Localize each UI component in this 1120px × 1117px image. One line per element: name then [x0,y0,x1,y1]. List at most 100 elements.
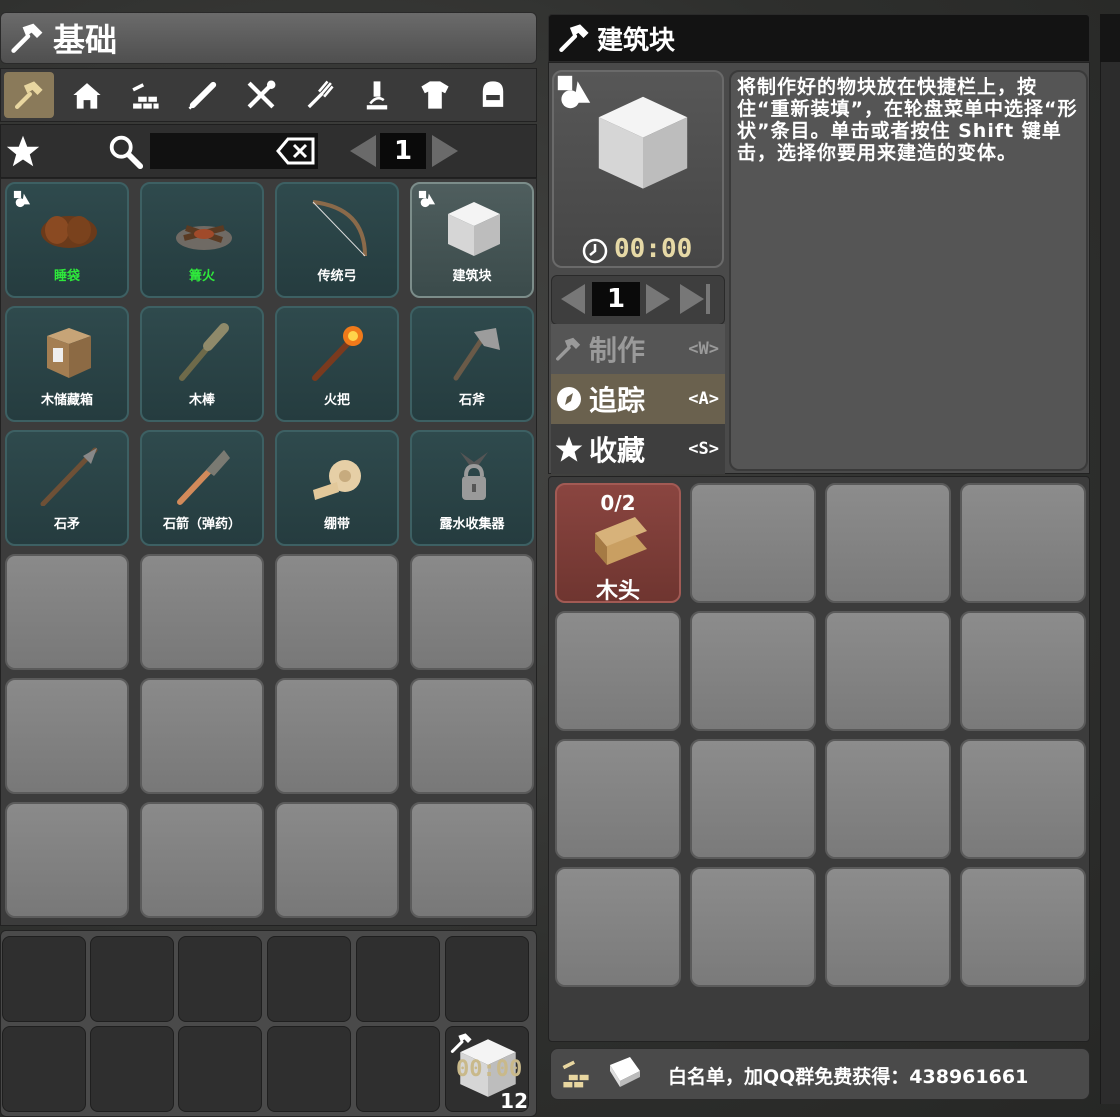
hammer-icon [14,81,43,110]
category-basics-button[interactable] [4,72,54,118]
recipe-slot[interactable]: 绷带 [275,430,399,546]
empty-ingredient-slot [825,611,951,731]
house-icon [73,83,101,109]
recipe-slot[interactable]: 露水收集器 [410,430,534,546]
queue-slot[interactable] [90,1026,174,1112]
queue-slot[interactable] [2,1026,86,1112]
page-number: 1 [380,133,426,169]
recipe-label: 篝火 [188,269,215,284]
queue-slot[interactable] [267,936,351,1022]
category-construction-button[interactable] [120,72,170,118]
empty-recipe-slot [5,678,129,794]
ingredient-count: 0/2 [600,491,636,515]
empty-ingredient-slot [960,867,1086,987]
medical-icon [188,81,217,110]
queue-slot[interactable] [356,1026,440,1112]
category-furniture-button[interactable] [468,72,518,118]
track-hotkey: <A> [688,389,719,409]
category-science-button[interactable] [352,72,402,118]
queue-slot[interactable] [90,936,174,1022]
queue-slot[interactable] [178,1026,262,1112]
shape-variant-icon [13,190,31,208]
shape-variant-icon [418,190,436,208]
ingredient-slot-missing[interactable]: 0/2 木头 [555,483,681,604]
search-icon [109,135,144,170]
recipe-label: 睡袋 [53,269,80,284]
quantity-value[interactable]: 1 [592,282,640,316]
recipe-slot-selected[interactable]: 建筑块 [410,182,534,298]
empty-ingredient-slot [690,739,816,859]
ingredient-name: 木头 [595,579,640,604]
queue-slot-active[interactable]: 00:00 12 [445,1026,529,1113]
star-icon [555,436,583,462]
queue-slot[interactable] [445,936,529,1022]
stone-arrow-icon [177,450,230,505]
recipe-slot[interactable]: 传统弓 [275,182,399,298]
queue-count: 12 [500,1089,528,1113]
recipe-label: 火把 [323,393,350,408]
craft-hotkey: <W> [688,339,719,359]
quantity-increase-icon[interactable] [644,282,674,316]
track-label: 追踪 [589,384,646,417]
empty-recipe-slot [275,678,399,794]
quantity-max-icon[interactable] [678,282,714,316]
favorite-button[interactable]: 收藏 <S> [551,424,725,474]
clear-search-icon[interactable] [276,136,316,166]
empty-ingredient-slot [825,867,951,987]
empty-recipe-slot [140,678,264,794]
category-medical-button[interactable] [178,72,228,118]
building-icon[interactable] [558,1055,594,1091]
category-food-button[interactable] [294,72,344,118]
building-icon [132,83,159,109]
empty-recipe-slot [410,802,534,918]
empty-ingredient-slot [690,867,816,987]
science-icon [366,81,388,110]
track-button[interactable]: 追踪 <A> [551,374,725,424]
recipe-slot[interactable]: 睡袋 [5,182,129,298]
empty-recipe-slot [5,802,129,918]
hammer-icon [11,23,43,53]
left-panel-header: 基础 [0,12,537,64]
compass-icon [557,387,581,411]
recipe-label: 绷带 [323,517,350,532]
empty-recipe-slot [275,802,399,918]
craft-button[interactable]: 制作 <W> [551,324,725,374]
queue-slot[interactable] [2,936,86,1022]
shape-variant-icon [557,75,591,109]
stone-axe-icon [453,328,500,381]
dew-collector-icon [460,452,488,500]
footer-text: 白名单，加QQ群免费获得：438961661 [668,1066,1029,1088]
book-icon[interactable] [606,1055,644,1091]
empty-ingredient-slot [555,867,681,987]
wood-plank-icon [595,517,647,565]
page-next-icon[interactable] [428,133,462,169]
page-prev-icon[interactable] [346,133,380,169]
hammer-icon [559,24,589,53]
chair-icon [482,81,504,107]
torch-icon [312,326,363,381]
recipe-slot[interactable]: 石箭（弹药） [140,430,264,546]
craft-time: 00:00 [614,234,693,264]
recipe-slot[interactable]: 石矛 [5,430,129,546]
queue-slot[interactable] [267,1026,351,1112]
queue-slot[interactable] [356,936,440,1022]
recipe-label: 露水收集器 [439,517,505,532]
recipe-slot[interactable]: 火把 [275,306,399,422]
wood-box-icon [47,328,91,378]
item-description: 将制作好的物块放在快捷栏上，按住“重新装填”，在轮盘菜单中选择“形状”条目。单击… [737,76,1078,164]
recipe-slot[interactable]: 木棒 [140,306,264,422]
category-tools-button[interactable] [236,72,286,118]
campfire-icon [176,225,232,250]
recipe-slot[interactable]: 石斧 [410,306,534,422]
category-building-button[interactable] [62,72,112,118]
hammer-icon [450,1033,472,1053]
recipe-slot[interactable]: 木储藏箱 [5,306,129,422]
favorites-star-icon[interactable] [6,134,40,168]
empty-ingredient-slot [960,611,1086,731]
recipe-slot[interactable]: 篝火 [140,182,264,298]
hammer-icon [556,337,581,361]
queue-slot[interactable] [178,936,262,1022]
category-clothing-button[interactable] [410,72,460,118]
empty-recipe-slot [275,554,399,670]
quantity-decrease-icon[interactable] [557,282,587,316]
